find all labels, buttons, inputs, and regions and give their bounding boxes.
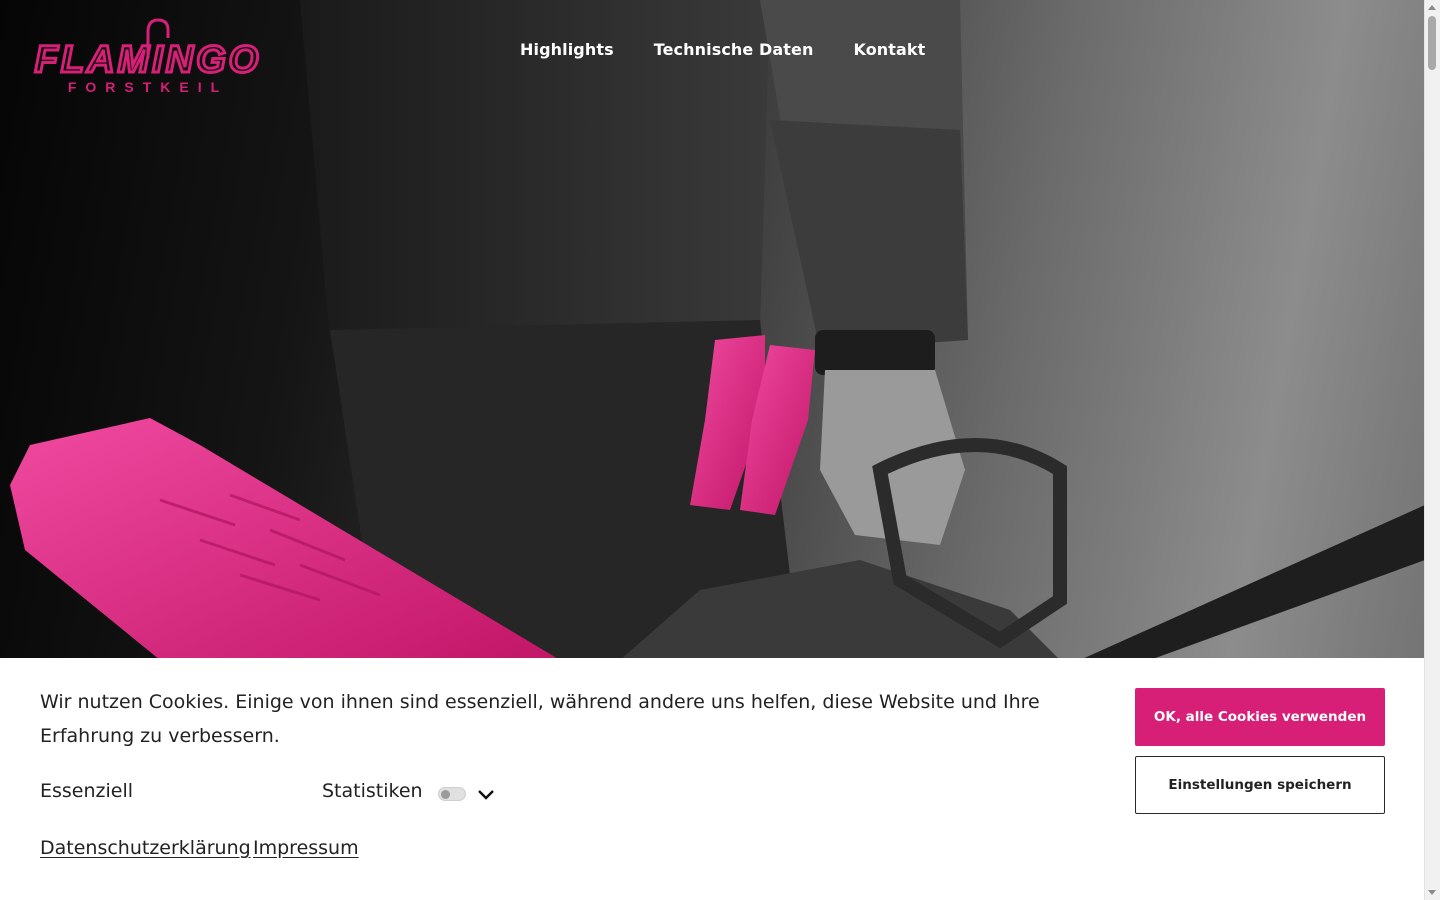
brand-logo[interactable]: FLAMINGO FORSTKEIL <box>8 14 288 98</box>
statistics-toggle[interactable] <box>438 787 466 801</box>
save-settings-button[interactable]: Einstellungen speichern <box>1135 756 1385 814</box>
chevron-down-icon[interactable] <box>477 789 495 801</box>
nav-contact[interactable]: Kontakt <box>853 40 925 59</box>
toggle-knob <box>441 790 450 799</box>
accept-all-cookies-button[interactable]: OK, alle Cookies verwenden <box>1135 688 1385 746</box>
nav-technical-data[interactable]: Technische Daten <box>654 40 814 59</box>
hero-image <box>10 0 1425 660</box>
logo-tagline: FORSTKEIL <box>68 79 228 95</box>
cookie-option-essential: Essenziell <box>40 780 134 802</box>
nav-highlights[interactable]: Highlights <box>520 40 614 59</box>
scrollbar-thumb[interactable] <box>1428 16 1436 70</box>
scrollbar[interactable] <box>1424 0 1440 900</box>
cookie-option-statistics: Statistiken <box>322 780 423 802</box>
main-nav: Highlights Technische Daten Kontakt <box>520 40 925 59</box>
cookie-message: Wir nutzen Cookies. Einige von ihnen sin… <box>40 691 1040 747</box>
privacy-policy-link[interactable]: Datenschutzerklärung <box>40 837 251 859</box>
imprint-link[interactable]: Impressum <box>253 837 359 859</box>
scroll-up-icon[interactable] <box>1428 5 1436 10</box>
scroll-down-icon[interactable] <box>1428 890 1436 895</box>
